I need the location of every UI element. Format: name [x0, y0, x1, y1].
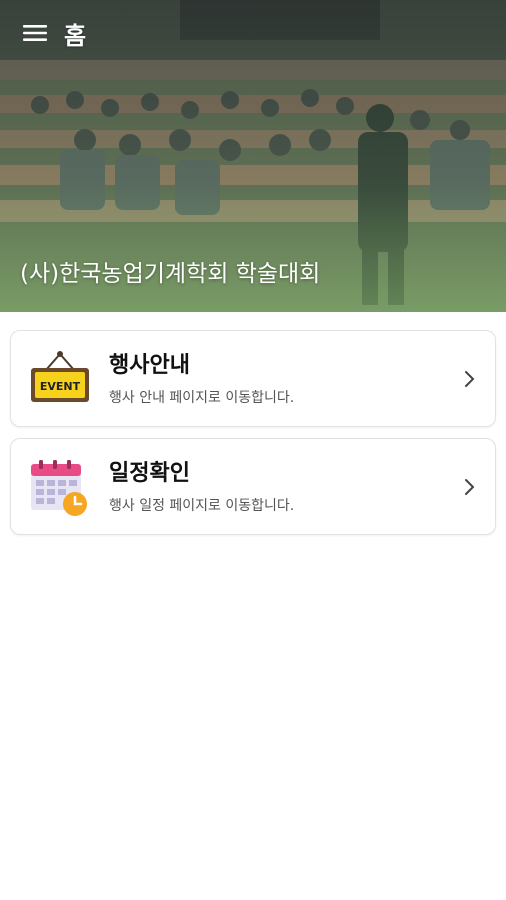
hero-banner: 홈 (사)한국농업기계학회 학술대회	[0, 0, 506, 312]
menu-card-list: EVENT 행사안내 행사 안내 페이지로 이동합니다. 일정확인 행사 일정 …	[0, 312, 506, 535]
page-title: 홈	[64, 21, 87, 50]
calendar-clock-icon	[31, 459, 87, 516]
app-bar: 홈	[0, 0, 506, 66]
hamburger-menu-icon[interactable]	[22, 20, 48, 46]
event-sign-icon: EVENT	[31, 350, 89, 402]
event-info-subtitle: 행사 안내 페이지로 이동합니다.	[109, 389, 295, 406]
chevron-right-icon	[465, 479, 475, 495]
svg-text:EVENT: EVENT	[40, 380, 81, 393]
event-info-title: 행사안내	[109, 352, 190, 378]
chevron-right-icon	[465, 371, 475, 387]
schedule-text: 일정확인 행사 일정 페이지로 이동합니다.	[109, 459, 294, 515]
schedule-title: 일정확인	[109, 460, 190, 486]
schedule-subtitle: 행사 일정 페이지로 이동합니다.	[109, 497, 295, 514]
hero-caption: (사)한국농업기계학회 학술대회	[20, 261, 321, 287]
event-info-text: 행사안내 행사 안내 페이지로 이동합니다.	[109, 351, 294, 407]
schedule-card[interactable]: 일정확인 행사 일정 페이지로 이동합니다.	[10, 438, 496, 535]
event-info-card[interactable]: EVENT 행사안내 행사 안내 페이지로 이동합니다.	[10, 330, 496, 427]
